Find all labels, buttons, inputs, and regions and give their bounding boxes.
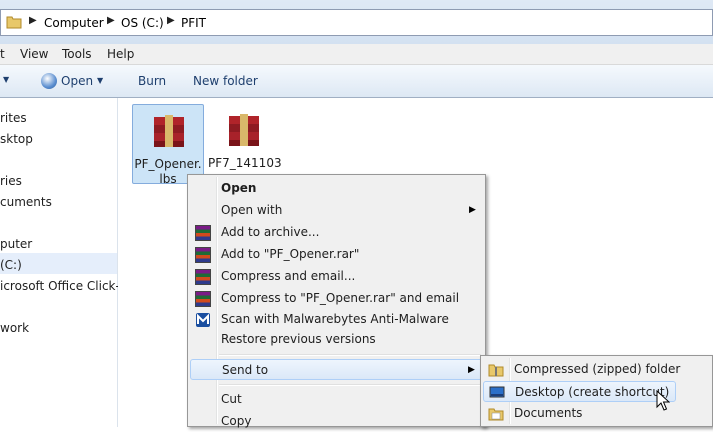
winrar-icon: [195, 269, 211, 285]
file-name-line1: PF7_141103: [208, 156, 282, 170]
open-button[interactable]: Open: [61, 74, 93, 88]
menu-item-label: Open with: [221, 203, 283, 217]
menu-item-copy[interactable]: Copy: [190, 411, 483, 432]
burn-button[interactable]: Burn: [138, 74, 166, 88]
breadcrumb-pfit[interactable]: PFIT: [181, 16, 206, 30]
menu-item-label: Scan with Malwarebytes Anti-Malware: [221, 312, 449, 326]
nav-item-libraries[interactable]: ries: [0, 174, 22, 188]
menu-item-compressed-folder[interactable]: Compressed (zipped) folder: [483, 359, 710, 380]
menu-edit[interactable]: t: [0, 47, 5, 61]
menu-separator: [219, 384, 481, 386]
malwarebytes-icon: [196, 313, 210, 327]
menu-item-send-to[interactable]: Send to ▶: [190, 359, 483, 380]
file-name-line1: PF_Opener.: [134, 157, 202, 171]
zip-folder-icon: [488, 364, 504, 377]
menu-tools[interactable]: Tools: [62, 47, 92, 61]
menu-item-compress-to-rar-and-email[interactable]: Compress to "PF_Opener.rar" and email: [190, 288, 483, 309]
menu-help[interactable]: Help: [107, 47, 134, 61]
context-menu: Open Open with ▶ Add to archive... Add t…: [187, 174, 486, 428]
menu-view[interactable]: View: [20, 47, 48, 61]
winrar-icon: [195, 225, 211, 241]
menu-item-documents[interactable]: Documents: [483, 403, 710, 424]
send-to-submenu: Compressed (zipped) folder Desktop (crea…: [480, 355, 713, 427]
menu-item-label: Restore previous versions: [221, 332, 376, 346]
navigation-pane: rites sktop ries cuments puter (C:) icro…: [0, 98, 132, 427]
menu-item-add-to-rar[interactable]: Add to "PF_Opener.rar": [190, 244, 483, 265]
menu-item-label: Open: [221, 181, 257, 195]
address-bar[interactable]: ▶ Computer ▶ OS (C:) ▶ PFIT: [0, 9, 713, 36]
nav-item-office-click-to-run[interactable]: icrosoft Office Click-to: [0, 279, 132, 293]
nav-item-os-c[interactable]: (C:): [0, 258, 22, 272]
menu-item-open-with[interactable]: Open with ▶: [190, 200, 483, 221]
menu-item-label: Send to: [222, 363, 269, 377]
submenu-arrow-icon: ▶: [468, 365, 475, 375]
address-bar-area: ▶ Computer ▶ OS (C:) ▶ PFIT: [0, 0, 713, 44]
winrar-archive-icon: [229, 114, 259, 146]
menu-bar: t View Tools Help: [0, 44, 713, 65]
menu-item-label: Copy: [221, 414, 252, 428]
menu-item-scan-malwarebytes[interactable]: Scan with Malwarebytes Anti-Malware: [190, 309, 483, 330]
menu-item-restore-previous-versions[interactable]: Restore previous versions: [190, 329, 483, 350]
breadcrumb-arrow-icon[interactable]: ▶: [29, 15, 37, 26]
menu-item-label: Cut: [221, 392, 242, 406]
file-pf-opener[interactable]: PF_Opener. lbs: [132, 104, 204, 186]
menu-item-label: Add to "PF_Opener.rar": [221, 247, 360, 261]
open-dropdown-icon[interactable]: ▼: [97, 76, 103, 85]
menu-item-label: Compress and email...: [221, 269, 356, 283]
nav-item-desktop[interactable]: sktop: [0, 132, 33, 146]
menu-item-add-to-archive[interactable]: Add to archive...: [190, 222, 483, 243]
breadcrumb-os-c[interactable]: OS (C:): [121, 16, 164, 30]
nav-item-computer[interactable]: puter: [0, 237, 32, 251]
command-bar: ▼ Open ▼ Burn New folder: [0, 65, 713, 98]
menu-separator: [219, 354, 481, 356]
menu-item-label: Desktop (create shortcut): [515, 385, 670, 399]
breadcrumb-computer[interactable]: Computer: [44, 16, 104, 30]
menu-item-desktop-shortcut[interactable]: Desktop (create shortcut): [483, 381, 676, 402]
menu-item-label: Add to archive...: [221, 225, 320, 239]
nav-item-favorites[interactable]: rites: [0, 111, 27, 125]
winrar-archive-icon: [154, 115, 184, 147]
new-folder-button[interactable]: New folder: [193, 74, 258, 88]
nav-item-network[interactable]: work: [0, 321, 29, 335]
organize-dropdown-icon[interactable]: ▼: [3, 75, 9, 84]
documents-icon: [488, 408, 504, 421]
nav-item-documents[interactable]: cuments: [0, 195, 52, 209]
menu-item-label: Documents: [514, 406, 583, 420]
menu-item-cut[interactable]: Cut: [190, 389, 483, 410]
folder-icon: [6, 16, 22, 29]
menu-item-open[interactable]: Open: [190, 178, 483, 199]
desktop-icon: [489, 386, 505, 398]
open-icon: [41, 73, 57, 89]
breadcrumb-arrow-icon[interactable]: ▶: [107, 15, 115, 26]
file-pf7[interactable]: PF7_141103: [208, 104, 282, 184]
menu-item-label: Compressed (zipped) folder: [514, 362, 681, 376]
menu-item-compress-and-email[interactable]: Compress and email...: [190, 266, 483, 287]
winrar-icon: [195, 291, 211, 307]
mouse-cursor-icon: [656, 390, 670, 411]
breadcrumb-arrow-icon[interactable]: ▶: [167, 15, 175, 26]
menu-item-label: Compress to "PF_Opener.rar" and email: [221, 291, 460, 305]
winrar-icon: [195, 247, 211, 263]
submenu-arrow-icon: ▶: [469, 205, 476, 215]
